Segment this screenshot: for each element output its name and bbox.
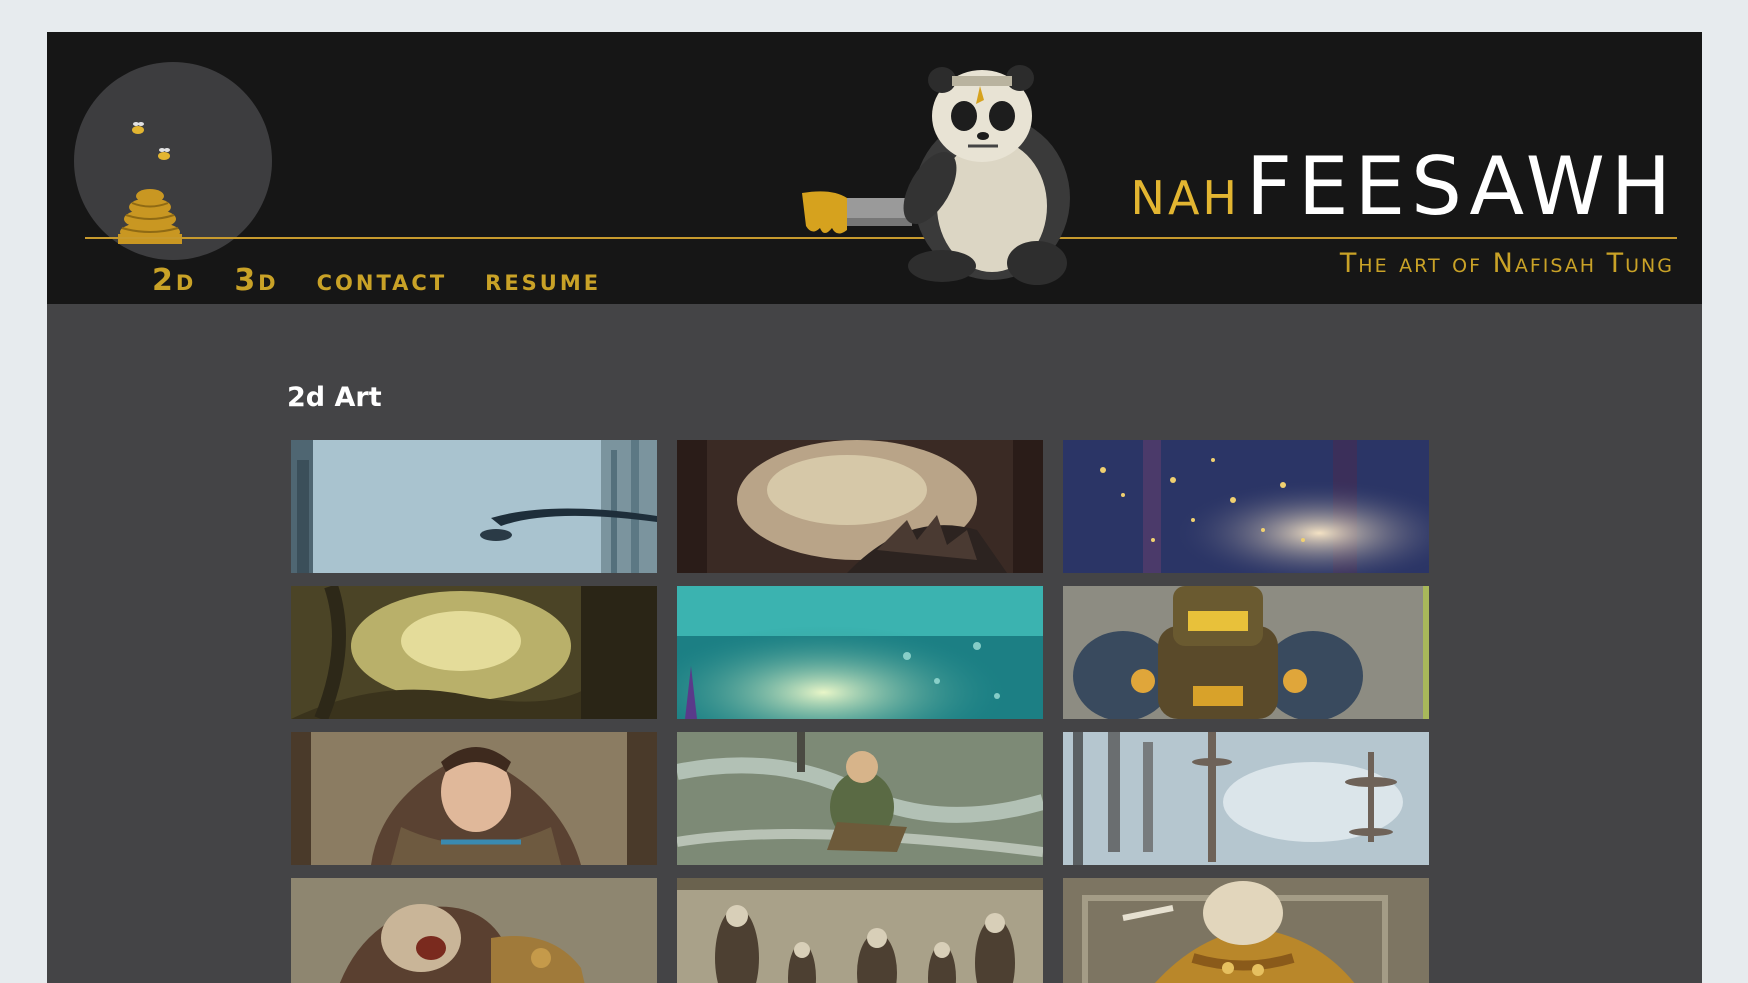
gallery-thumbnail[interactable]: [1063, 440, 1429, 573]
gallery-grid: [291, 440, 1429, 983]
beehive-icon: [118, 122, 182, 244]
gallery-thumbnail[interactable]: [1063, 732, 1429, 865]
nav-link-3d[interactable]: 3D: [234, 266, 278, 296]
sky-rider-painting-icon: [677, 732, 1043, 865]
site-tagline: The art of Nafisah Tung: [1339, 248, 1674, 279]
armored-robot-painting-icon: [1063, 586, 1429, 719]
underwater-light-painting-icon: [677, 586, 1043, 719]
gallery-thumbnail[interactable]: [1063, 878, 1429, 983]
site-brand[interactable]: NAH FEESAWH: [1131, 147, 1677, 227]
panda-mascot-icon: [802, 65, 1070, 285]
hooded-child-portrait-icon: [291, 732, 657, 865]
gallery-thumbnail[interactable]: [291, 878, 657, 983]
nav-link-resume[interactable]: RESUME: [485, 266, 601, 296]
brand-prefix: NAH: [1130, 171, 1241, 225]
gallery-thumbnail[interactable]: [677, 586, 1043, 719]
beehive-logo[interactable]: [74, 62, 272, 260]
roaring-beast-warrior-painting-icon: [291, 878, 657, 983]
city-streetlamp-painting-icon: [291, 440, 657, 573]
gallery-thumbnail[interactable]: [677, 440, 1043, 573]
gallery-thumbnail[interactable]: [291, 440, 657, 573]
brand-name: FEESAWH: [1246, 140, 1677, 233]
gallery-thumbnail[interactable]: [677, 878, 1043, 983]
animal-warriors-group-painting-icon: [677, 878, 1043, 983]
swamp-tree-painting-icon: [291, 586, 657, 719]
armored-animal-portrait-icon: [1063, 878, 1429, 983]
gallery-title: 2d Art: [287, 382, 382, 413]
gallery-thumbnail[interactable]: [1063, 586, 1429, 719]
gallery-thumbnail[interactable]: [291, 586, 657, 719]
floating-towers-painting-icon: [1063, 732, 1429, 865]
nav-link-2d[interactable]: 2D: [152, 266, 196, 296]
panda-mascot: [792, 38, 1122, 302]
page: NAH FEESAWH The art of Nafisah Tung 2D 3…: [47, 32, 1702, 983]
gallery-thumbnail[interactable]: [677, 732, 1043, 865]
cave-creature-painting-icon: [677, 440, 1043, 573]
gallery-thumbnail[interactable]: [291, 732, 657, 865]
nav-link-contact[interactable]: CONTACT: [317, 266, 448, 296]
glowing-forest-painting-icon: [1063, 440, 1429, 573]
main-nav: 2D 3D CONTACT RESUME: [152, 266, 601, 296]
site-header: NAH FEESAWH The art of Nafisah Tung 2D 3…: [47, 32, 1702, 304]
